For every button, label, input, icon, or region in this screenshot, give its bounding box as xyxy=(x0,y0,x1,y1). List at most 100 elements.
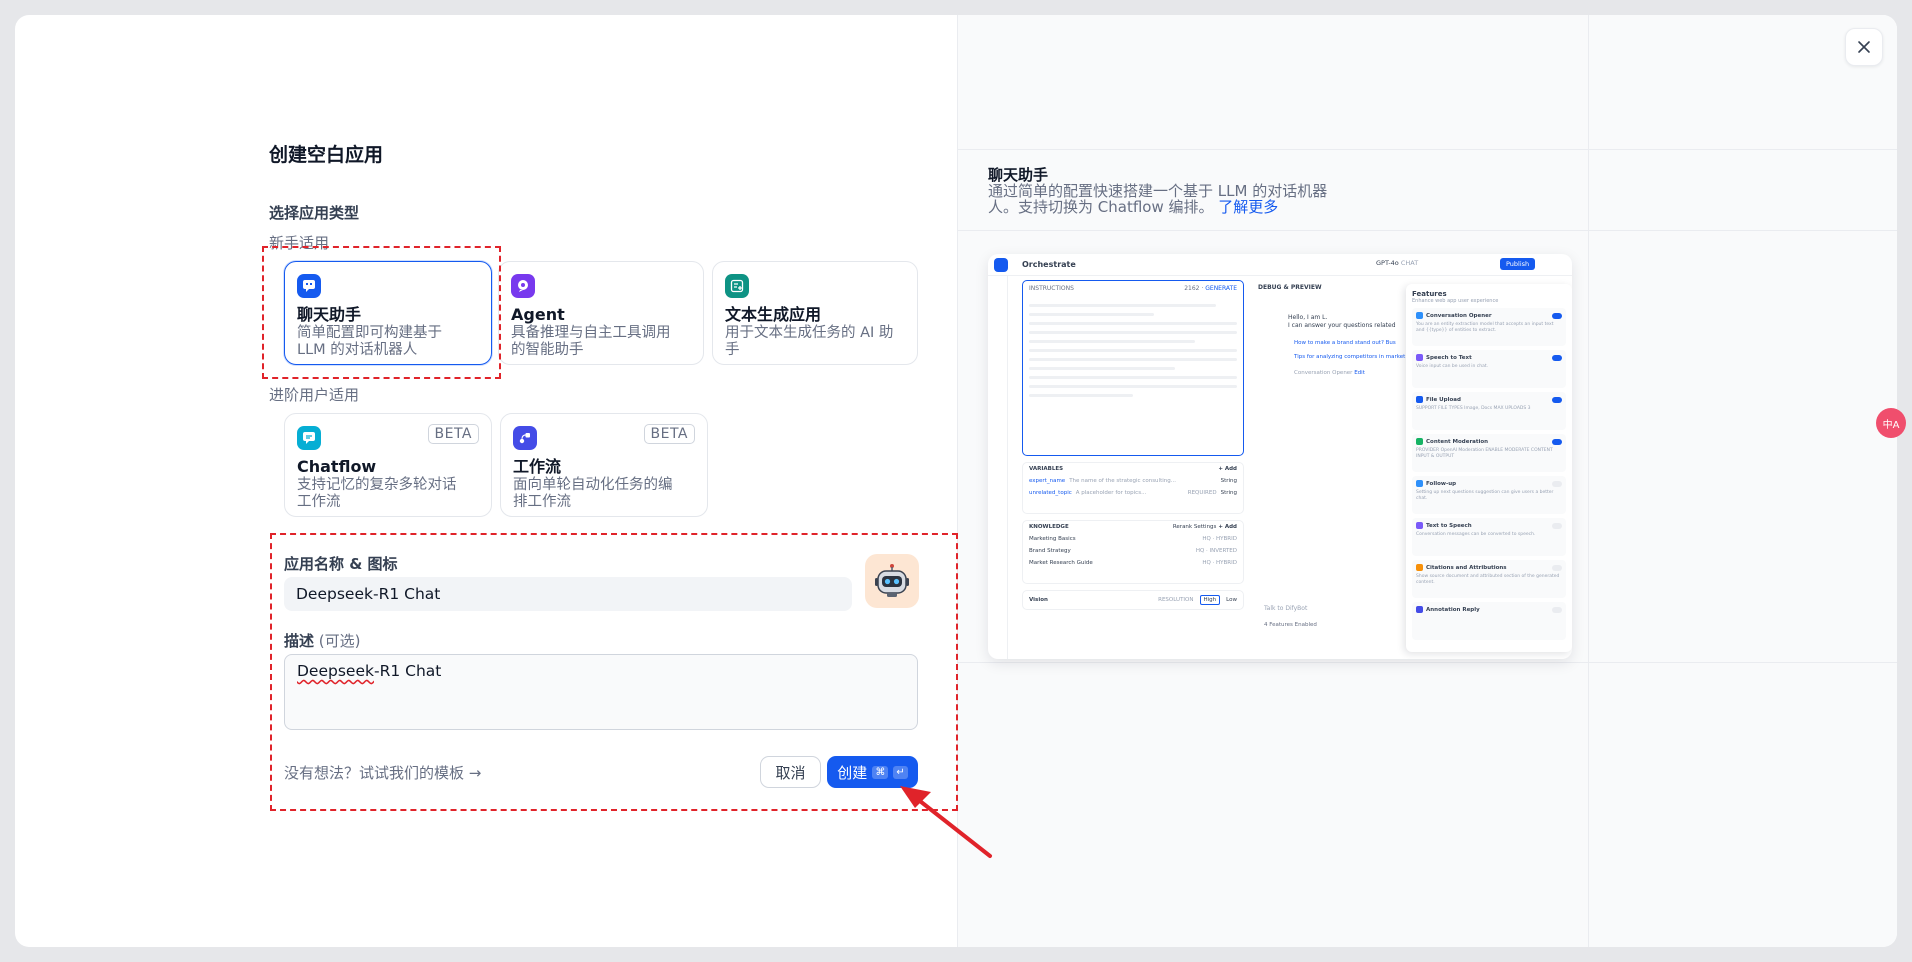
preview-model-mode: CHAT xyxy=(1400,259,1419,267)
annotation-arrow-icon xyxy=(900,786,992,858)
preview-var-name: expert_name xyxy=(1029,478,1066,484)
preview-feature-desc: PROVIDER OpenAI Moderation ENABLE MODERA… xyxy=(1416,448,1553,459)
preview-resolution: RESOLUTION xyxy=(1158,597,1194,603)
preview-suggestion-suffix: Bus xyxy=(1385,340,1396,346)
preview-feature-item: Speech to Text Voice input can be used in… xyxy=(1412,350,1566,388)
preview-feature-name: Content Moderation xyxy=(1426,438,1489,445)
preview-features-list: Conversation Opener You are an entity ext… xyxy=(1412,308,1566,640)
preview-feature-icon xyxy=(1416,480,1423,487)
card-desc: 手 xyxy=(725,342,740,358)
preview-knowledge-label: KNOWLEDGE xyxy=(1029,524,1069,530)
preview-feature-icon xyxy=(1416,522,1423,529)
preview-features-panel: Features Enhance web app user experience… xyxy=(1406,284,1572,652)
preview-vision: Vision RESOLUTION High Low xyxy=(1022,590,1244,610)
preview-low: Low xyxy=(1226,597,1237,603)
app-type-card-workflow[interactable]: BETA 工作流 面向单轮自动化任务的编 排工作流 xyxy=(500,413,708,517)
preview-feature-item: Conversation Opener You are an entity ext… xyxy=(1412,308,1566,346)
preview-greeting-line: Hello, I am L. xyxy=(1288,314,1328,321)
chatflow-icon xyxy=(297,426,321,450)
preview-features-enabled: 4 Features Enabled xyxy=(1264,622,1317,628)
preview-rerank: Rerank Settings xyxy=(1172,524,1217,530)
preview-variables: VARIABLES + Add expert_name The name of th… xyxy=(1022,462,1244,514)
preview-instructions: INSTRUCTIONS 2162 · GENERATE xyxy=(1022,280,1244,456)
preview-model-name: GPT-4o xyxy=(1376,259,1399,267)
preview-feature-toggle xyxy=(1552,312,1562,319)
app-type-card-text-generator[interactable]: 文本生成应用 用于文本生成任务的 AI 助 手 xyxy=(712,261,918,365)
card-desc: 面向单轮自动化任务的编 xyxy=(513,477,673,493)
preview-var-required: REQUIRED xyxy=(1187,490,1217,496)
card-title: Chatflow xyxy=(297,457,377,476)
preview-var-type: String xyxy=(1220,478,1237,484)
preview-feature-name: File Upload xyxy=(1426,396,1461,403)
preview-feature-icon xyxy=(1416,606,1423,613)
card-desc: 排工作流 xyxy=(513,494,571,510)
app-type-label: 选择应用类型 xyxy=(269,204,360,222)
app-type-card-chatflow[interactable]: BETA Chatflow 支持记忆的复杂多轮对话 工作流 xyxy=(284,413,492,517)
preview-suggestion: Tips for analyzing competitors in market xyxy=(1294,354,1406,360)
close-button[interactable] xyxy=(1845,28,1883,66)
preview-feature-desc: Setting up next questions suggestion can… xyxy=(1416,490,1554,501)
preview-generate: GENERATE xyxy=(1205,285,1237,292)
preview-feature-toggle xyxy=(1552,438,1562,445)
preview-kb-tag: HQ · INVERTED xyxy=(1195,548,1237,554)
preview-opener: Conversation Opener Edit xyxy=(1294,370,1365,376)
preview-logo-icon xyxy=(994,258,1008,272)
preview-feature-name: Follow-up xyxy=(1426,480,1457,487)
preview-feature-toggle xyxy=(1552,354,1562,361)
preview-feature-desc: Voice input can be used in chat. xyxy=(1416,364,1489,369)
preview-var-desc: The name of the strategic consulting... xyxy=(1069,478,1176,484)
grid-line xyxy=(958,149,1897,150)
preview-greeting-line: I can answer your questions related xyxy=(1288,322,1396,329)
preview-var-desc: A placeholder for topics... xyxy=(1075,490,1147,496)
preview-feature-name: Citations and Attributions xyxy=(1426,564,1507,571)
card-desc: 支持记忆的复杂多轮对话 xyxy=(297,477,457,493)
preview-features-title: Features xyxy=(1412,290,1447,298)
preview-suggestion-text: How to make a brand stand out? xyxy=(1294,340,1384,346)
preview-var-name: unrelated_topic xyxy=(1029,490,1072,496)
preview-feature-toggle xyxy=(1552,564,1562,571)
dialog-title: 创建空白应用 xyxy=(269,144,384,166)
preview-add: + Add xyxy=(1218,524,1237,530)
agent-icon xyxy=(511,274,535,298)
preview-feature-desc: You are an entity extraction model that … xyxy=(1416,322,1554,333)
preview-feature-toggle xyxy=(1552,522,1562,529)
preview-feature-name: Conversation Opener xyxy=(1426,312,1492,319)
grid-line xyxy=(958,230,1897,231)
preview-feature-item: Text to Speech Conversation messages can … xyxy=(1412,518,1566,556)
preview-desc-line: 通过简单的配置快速搭建一个基于 LLM 的对话机器 xyxy=(988,182,1328,200)
card-desc: 的智能助手 xyxy=(511,342,584,358)
preview-feature-item: Follow-up Setting up next questions sugge… xyxy=(1412,476,1566,514)
preview-feature-toggle xyxy=(1552,396,1562,403)
preview-opener-label: Conversation Opener xyxy=(1294,370,1353,376)
preview-feature-icon xyxy=(1416,312,1423,319)
preview-debug: DEBUG & PREVIEW xyxy=(1258,284,1322,291)
translate-icon[interactable]: 中A xyxy=(1876,408,1906,438)
beta-badge: BETA xyxy=(427,424,479,444)
preview-orchestrate: Orchestrate xyxy=(1022,260,1076,269)
preview-instructions-label: INSTRUCTIONS xyxy=(1029,285,1074,292)
preview-feature-name: Text to Speech xyxy=(1426,522,1472,529)
preview-count: 2162 xyxy=(1184,285,1200,292)
card-title: 文本生成应用 xyxy=(725,305,822,324)
preview-kb-tag: HQ · HYBRID xyxy=(1202,536,1237,542)
preview-kb-tag: HQ · HYBRID xyxy=(1202,560,1237,566)
preview-kb-item: Brand Strategy xyxy=(1029,548,1071,554)
preview-feature-name: Speech to Text xyxy=(1426,354,1472,361)
preview-suggestion: How to make a brand stand out? Bus xyxy=(1294,340,1396,346)
close-icon xyxy=(1858,41,1870,53)
preview-feature-desc: Show source document and attributed sect… xyxy=(1416,574,1560,585)
annotation-box-form xyxy=(270,533,958,811)
preview-image: Orchestrate GPT-4o CHAT Publish INSTRUCT… xyxy=(988,254,1572,659)
preview-desc-line: 人。支持切换为 Chatflow 编排。 了解更多 xyxy=(988,199,1338,215)
preview-kb-item: Market Research Guide xyxy=(1029,560,1093,566)
preview-topbar: Orchestrate GPT-4o CHAT Publish xyxy=(988,254,1572,276)
app-type-card-agent[interactable]: Agent 具备推理与自主工具调用 的智能助手 xyxy=(498,261,704,365)
card-desc: 工作流 xyxy=(297,494,341,510)
learn-more-link[interactable]: 了解更多 xyxy=(1218,198,1278,216)
card-desc: 具备推理与自主工具调用 xyxy=(511,325,671,341)
preview-variables-label: VARIABLES xyxy=(1029,466,1064,472)
preview-rail xyxy=(988,276,1008,659)
card-title: 工作流 xyxy=(513,457,562,476)
preview-feature-item: Citations and Attributions Show source do… xyxy=(1412,560,1566,598)
preview-feature-icon xyxy=(1416,396,1423,403)
